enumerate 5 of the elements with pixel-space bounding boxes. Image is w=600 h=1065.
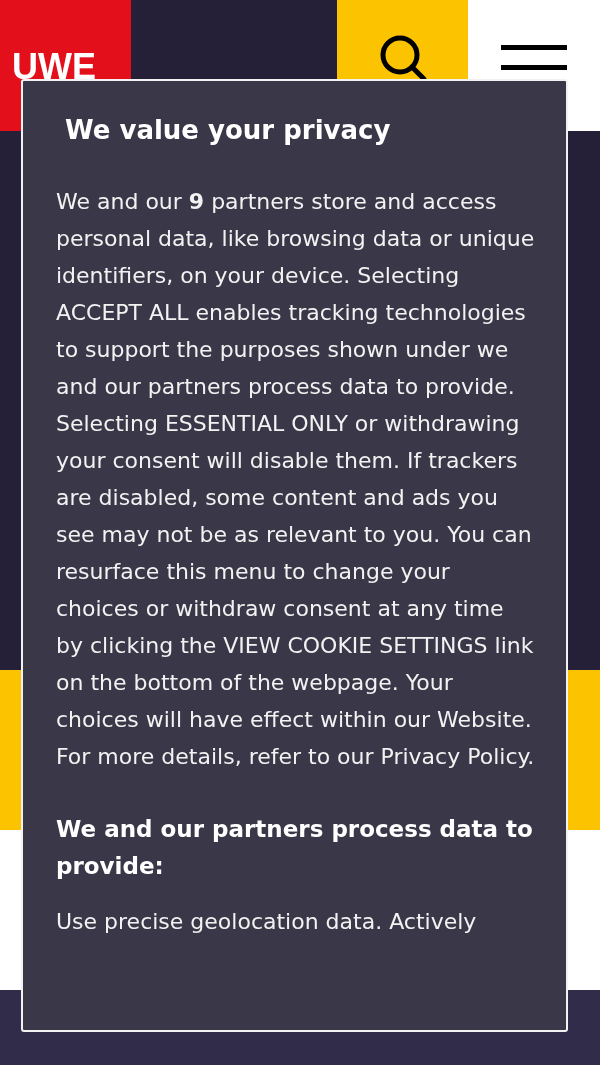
menu-icon[interactable] <box>501 45 567 71</box>
privacy-text: We and our 9 partners store and access personal data, like browsing data or unique identifiers, on your device. Selecting ACCEPT ALL enables tracking technologies to support the purposes shown under we and our partners process data to provide. Selecting ESSENTIAL ONLY or withdrawing your consent will disable them. If trackers are disabled, some content and ads you see may not be as relevant to you. You can resurface this menu to change your choices or withdraw consent at any time by clicking the VIEW COOKIE SETTINGS link on the bottom of the webpage. Your choices will have effect within our Website. For more details, refer to our Privacy Policy. <box>56 188 536 771</box>
dialog-title: We value your privacy <box>65 115 392 145</box>
section-heading: We and our partners process data to provide: <box>56 815 534 881</box>
purposes-text: Use precise geolocation data. Actively <box>56 908 478 936</box>
